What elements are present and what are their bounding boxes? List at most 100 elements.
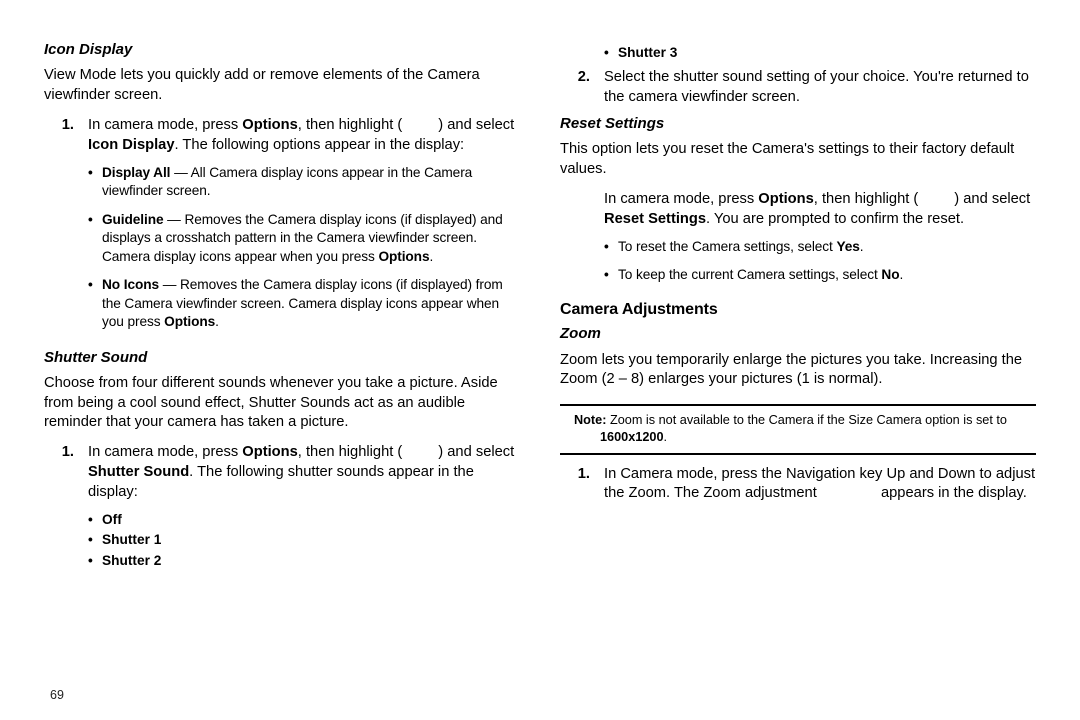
reset-yes: To reset the Camera settings, select Yes…	[618, 238, 1036, 256]
list-item: • Display All — All Camera display icons…	[88, 164, 520, 201]
step-number: 1.	[560, 465, 604, 505]
bullet-icon: •	[88, 211, 102, 266]
list-item: • To keep the current Camera settings, s…	[604, 266, 1036, 284]
shutter-sound-options: •Off •Shutter 1 •Shutter 2	[88, 511, 520, 570]
text: To reset the Camera settings, select	[618, 239, 836, 254]
bullet-icon: •	[88, 552, 102, 570]
text: .	[215, 314, 219, 329]
icon-display-options: • Display All — All Camera display icons…	[88, 164, 520, 332]
options-label: Options	[242, 444, 297, 460]
document-page: Icon Display View Mode lets you quickly …	[0, 0, 1080, 720]
text: , then highlight (	[814, 191, 919, 207]
bullet-icon: •	[88, 164, 102, 201]
text: . The following options appear in the di…	[175, 137, 465, 153]
icon-display-label: Icon Display	[88, 137, 175, 153]
step-body: In camera mode, press Options, then high…	[88, 116, 520, 342]
text: appears in the display.	[877, 485, 1027, 501]
text: .	[899, 267, 903, 282]
text: .	[860, 239, 864, 254]
text: — Removes the Camera display icons (if d…	[102, 212, 503, 264]
display-all-option: Display All — All Camera display icons a…	[102, 164, 520, 201]
text: ) and select	[438, 444, 514, 460]
text: , then highlight (	[298, 117, 403, 133]
heading-zoom: Zoom	[560, 324, 1036, 344]
text: Yes	[836, 239, 859, 254]
list-item: 2. Select the shutter sound setting of y…	[560, 68, 1036, 108]
bullet-icon: •	[604, 266, 618, 284]
note-label: Note:	[574, 413, 606, 427]
step-body: In camera mode, press Options, then high…	[88, 443, 520, 572]
no-icons-option: No Icons — Removes the Camera display ic…	[102, 276, 520, 331]
text: To keep the current Camera settings, sel…	[618, 267, 881, 282]
list-item: •Shutter 3	[604, 44, 1036, 62]
zoom-intro: Zoom lets you temporarily enlarge the pi…	[560, 351, 1036, 391]
text: .	[429, 249, 433, 264]
guideline-option: Guideline — Removes the Camera display i…	[102, 211, 520, 266]
shutter-sound-intro: Choose from four different sounds whenev…	[44, 374, 520, 434]
text: Options	[164, 314, 215, 329]
heading-icon-display: Icon Display	[44, 40, 520, 60]
icon-display-intro: View Mode lets you quickly add or remove…	[44, 66, 520, 106]
reset-intro: This option lets you reset the Camera's …	[560, 140, 1036, 180]
list-item: •Shutter 1	[88, 531, 520, 549]
shutter-sound-step2: 2. Select the shutter sound setting of y…	[560, 68, 1036, 108]
zoom-note: Note: Zoom is not available to the Camer…	[560, 404, 1036, 454]
text: In camera mode, press	[88, 444, 242, 460]
right-column: •Shutter 3 2. Select the shutter sound s…	[560, 36, 1036, 710]
reset-choices: • To reset the Camera settings, select Y…	[604, 238, 1036, 285]
step-number: 1.	[44, 443, 88, 572]
reset-instructions: In camera mode, press Options, then high…	[604, 190, 1036, 285]
options-label: Options	[242, 117, 297, 133]
shutter-1: Shutter 1	[102, 531, 520, 549]
shutter-sound-steps: 1. In camera mode, press Options, then h…	[44, 443, 520, 572]
bullet-icon: •	[88, 511, 102, 529]
heading-camera-adjustments: Camera Adjustments	[560, 299, 1036, 321]
text: No	[881, 267, 899, 282]
step-number: 2.	[560, 68, 604, 108]
page-number: 69	[50, 688, 64, 702]
list-item: • To reset the Camera settings, select Y…	[604, 238, 1036, 256]
list-item: • Guideline — Removes the Camera display…	[88, 211, 520, 266]
heading-shutter-sound: Shutter Sound	[44, 348, 520, 368]
text: , then highlight (	[298, 444, 403, 460]
list-item: •Off	[88, 511, 520, 529]
text: In camera mode, press	[604, 191, 758, 207]
list-item: 1. In camera mode, press Options, then h…	[44, 116, 520, 342]
bullet-icon: •	[88, 531, 102, 549]
text: Guideline	[102, 212, 163, 227]
options-label: Options	[758, 191, 813, 207]
text: 1600x1200	[600, 430, 664, 444]
step-body: In Camera mode, press the Navigation key…	[604, 465, 1036, 505]
step-number: 1.	[44, 116, 88, 342]
list-item: •Shutter 2	[88, 552, 520, 570]
shutter-sound-label: Shutter Sound	[88, 464, 189, 480]
step-body: Select the shutter sound setting of your…	[604, 68, 1036, 108]
text: .	[664, 430, 668, 444]
heading-reset-settings: Reset Settings	[560, 114, 1036, 134]
text: . You are prompted to confirm the reset.	[706, 211, 964, 227]
bullet-icon: •	[604, 44, 618, 62]
text: In camera mode, press	[88, 117, 242, 133]
shutter-3: Shutter 3	[618, 44, 1036, 62]
text: — Removes the Camera display icons (if d…	[102, 277, 503, 329]
left-column: Icon Display View Mode lets you quickly …	[44, 36, 520, 710]
list-item: 1. In Camera mode, press the Navigation …	[560, 465, 1036, 505]
shutter-off: Off	[102, 511, 520, 529]
reset-no: To keep the current Camera settings, sel…	[618, 266, 1036, 284]
note-body-line2: 1600x1200.	[600, 429, 1032, 446]
icon-display-steps: 1. In camera mode, press Options, then h…	[44, 116, 520, 342]
text: No Icons	[102, 277, 159, 292]
bullet-icon: •	[604, 238, 618, 256]
text: Zoom is not available to the Camera if t…	[610, 413, 1007, 427]
list-item: 1. In camera mode, press Options, then h…	[44, 443, 520, 572]
text: ) and select	[954, 191, 1030, 207]
bullet-icon: •	[88, 276, 102, 331]
shutter-sound-options-cont: •Shutter 3	[604, 44, 1036, 62]
reset-settings-label: Reset Settings	[604, 211, 706, 227]
list-item: • No Icons — Removes the Camera display …	[88, 276, 520, 331]
text: Options	[378, 249, 429, 264]
text: ) and select	[438, 117, 514, 133]
text: Display All	[102, 165, 170, 180]
zoom-steps: 1. In Camera mode, press the Navigation …	[560, 465, 1036, 505]
shutter-2: Shutter 2	[102, 552, 520, 570]
